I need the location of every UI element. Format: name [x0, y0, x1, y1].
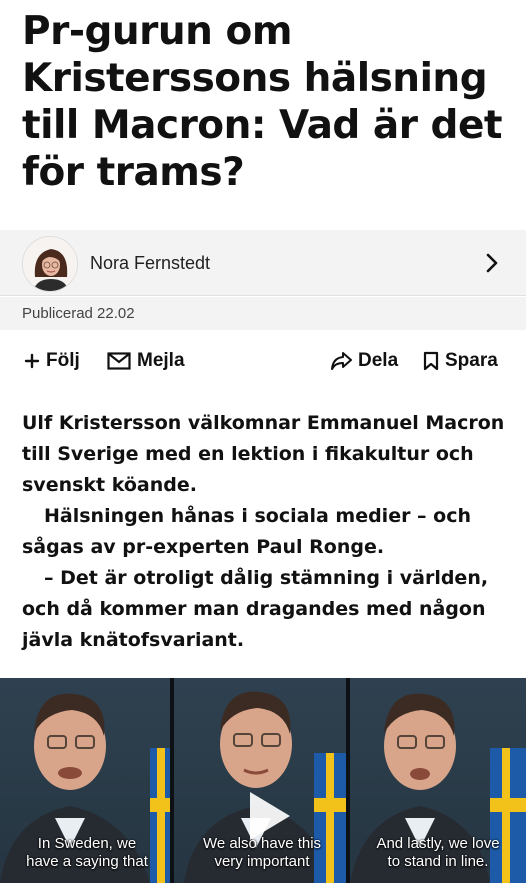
email-label: Mejla — [137, 350, 185, 371]
body-paragraph: – Det är otroligt dålig stämning i värld… — [22, 567, 489, 651]
play-icon[interactable] — [236, 786, 296, 846]
video-caption: In Sweden, we have a saying that — [26, 835, 148, 870]
follow-label: Följ — [46, 350, 80, 371]
share-icon — [330, 351, 352, 371]
envelope-icon — [107, 352, 131, 370]
article-headline: Pr-gurun om Kristerssons hälsning till M… — [22, 9, 503, 195]
author-name[interactable]: Nora Fernstedt — [90, 253, 210, 274]
video-frame: We also have this very important — [174, 678, 350, 883]
video-frame: In Sweden, we have a saying that — [0, 678, 174, 883]
author-bar[interactable]: Nora Fernstedt — [0, 230, 526, 296]
follow-button[interactable]: Följ — [24, 350, 80, 372]
published-bar: Publicerad 22.02 — [0, 297, 526, 330]
published-date: Publicerad 22.02 — [22, 305, 135, 322]
video-frame: And lastly, we love to stand in line. — [350, 678, 526, 883]
video-caption: And lastly, we love to stand in line. — [376, 835, 500, 870]
video-player[interactable]: In Sweden, we have a saying that We also… — [0, 678, 526, 883]
body-paragraph: Ulf Kristersson välkomnar Emmanuel Macro… — [22, 412, 505, 496]
action-bar: Följ Mejla Dela Spara — [0, 344, 526, 384]
share-button[interactable]: Dela — [330, 350, 398, 372]
share-label: Dela — [358, 350, 399, 371]
article-body: Ulf Kristersson välkomnar Emmanuel Macro… — [22, 408, 512, 656]
body-paragraph: Hälsningen hånas i sociala medier – och … — [22, 505, 472, 558]
save-label: Spara — [445, 350, 498, 371]
bookmark-icon — [423, 351, 439, 371]
author-avatar — [22, 236, 78, 292]
chevron-right-icon[interactable] — [482, 252, 502, 274]
plus-icon — [24, 353, 40, 369]
save-button[interactable]: Spara — [423, 350, 498, 372]
email-button[interactable]: Mejla — [107, 350, 185, 372]
